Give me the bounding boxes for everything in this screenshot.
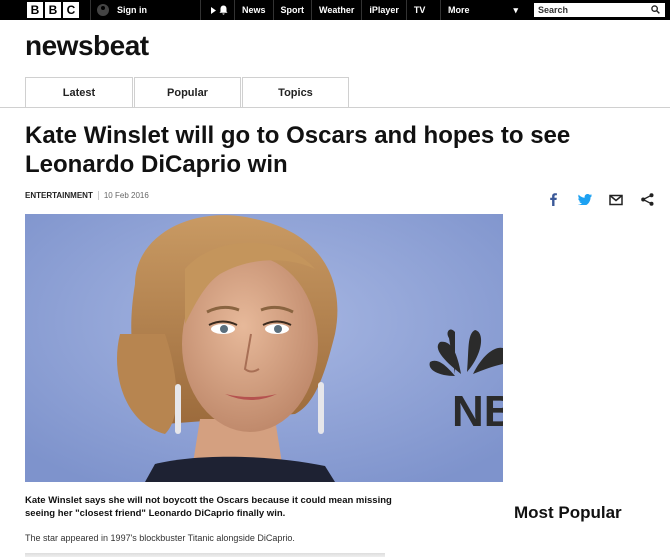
tab-topics[interactable]: Topics xyxy=(242,77,349,108)
article-paragraph: The star appeared in 1997's blockbuster … xyxy=(25,533,295,543)
bbc-logo-letter: B xyxy=(45,2,61,18)
caret-right-icon xyxy=(211,6,216,14)
share-icon[interactable] xyxy=(641,193,654,206)
bell-icon xyxy=(219,5,228,15)
more-menu-button[interactable]: More ▾ xyxy=(440,0,526,20)
nav-news[interactable]: News xyxy=(234,0,273,20)
bbc-logo[interactable]: B B C xyxy=(27,2,79,18)
search-input[interactable]: Search xyxy=(534,3,665,17)
category-link[interactable]: ENTERTAINMENT xyxy=(25,191,99,200)
article-headline: Kate Winslet will go to Oscars and hopes… xyxy=(25,122,571,178)
most-popular-heading: Most Popular xyxy=(514,503,622,522)
article-lead: Kate Winslet says she will not boycott t… xyxy=(25,495,392,519)
twitter-icon[interactable] xyxy=(578,194,592,205)
tab-latest[interactable]: Latest xyxy=(25,77,133,108)
nav-sport[interactable]: Sport xyxy=(272,0,312,20)
nav-weather[interactable]: Weather xyxy=(311,0,361,20)
nbc-text: NBC xyxy=(452,387,503,436)
chevron-down-icon: ▾ xyxy=(513,5,518,15)
user-icon xyxy=(97,4,109,16)
hero-photo: NBC xyxy=(25,214,503,482)
email-icon[interactable] xyxy=(609,194,623,206)
tabs-divider xyxy=(0,107,670,108)
bbc-global-nav: B B C Sign in News Sport Weather iPlayer… xyxy=(0,0,670,20)
search-icon[interactable] xyxy=(651,5,660,14)
article-paragraph-cut xyxy=(25,553,385,557)
facebook-icon[interactable] xyxy=(550,193,557,206)
tab-popular[interactable]: Popular xyxy=(134,77,241,108)
search-placeholder: Search xyxy=(538,5,569,15)
newsbeat-logo[interactable]: newsbeat xyxy=(25,30,149,62)
nav-iplayer[interactable]: iPlayer xyxy=(361,0,406,20)
more-label: More xyxy=(448,5,470,15)
article-hero-image: NBC xyxy=(25,214,503,482)
bbc-logo-letter: C xyxy=(63,2,79,18)
notifications-button[interactable] xyxy=(200,0,238,20)
bbc-logo-letter: B xyxy=(27,2,43,18)
article-date: 10 Feb 2016 xyxy=(103,191,149,200)
bbc-nav: News Sport Weather iPlayer TV xyxy=(234,0,432,20)
article-meta: ENTERTAINMENT 10 Feb 2016 xyxy=(25,191,149,200)
sign-in-label: Sign in xyxy=(117,5,147,15)
section-tabs: Latest Popular Topics xyxy=(25,77,350,108)
nav-tv[interactable]: TV xyxy=(405,0,433,20)
